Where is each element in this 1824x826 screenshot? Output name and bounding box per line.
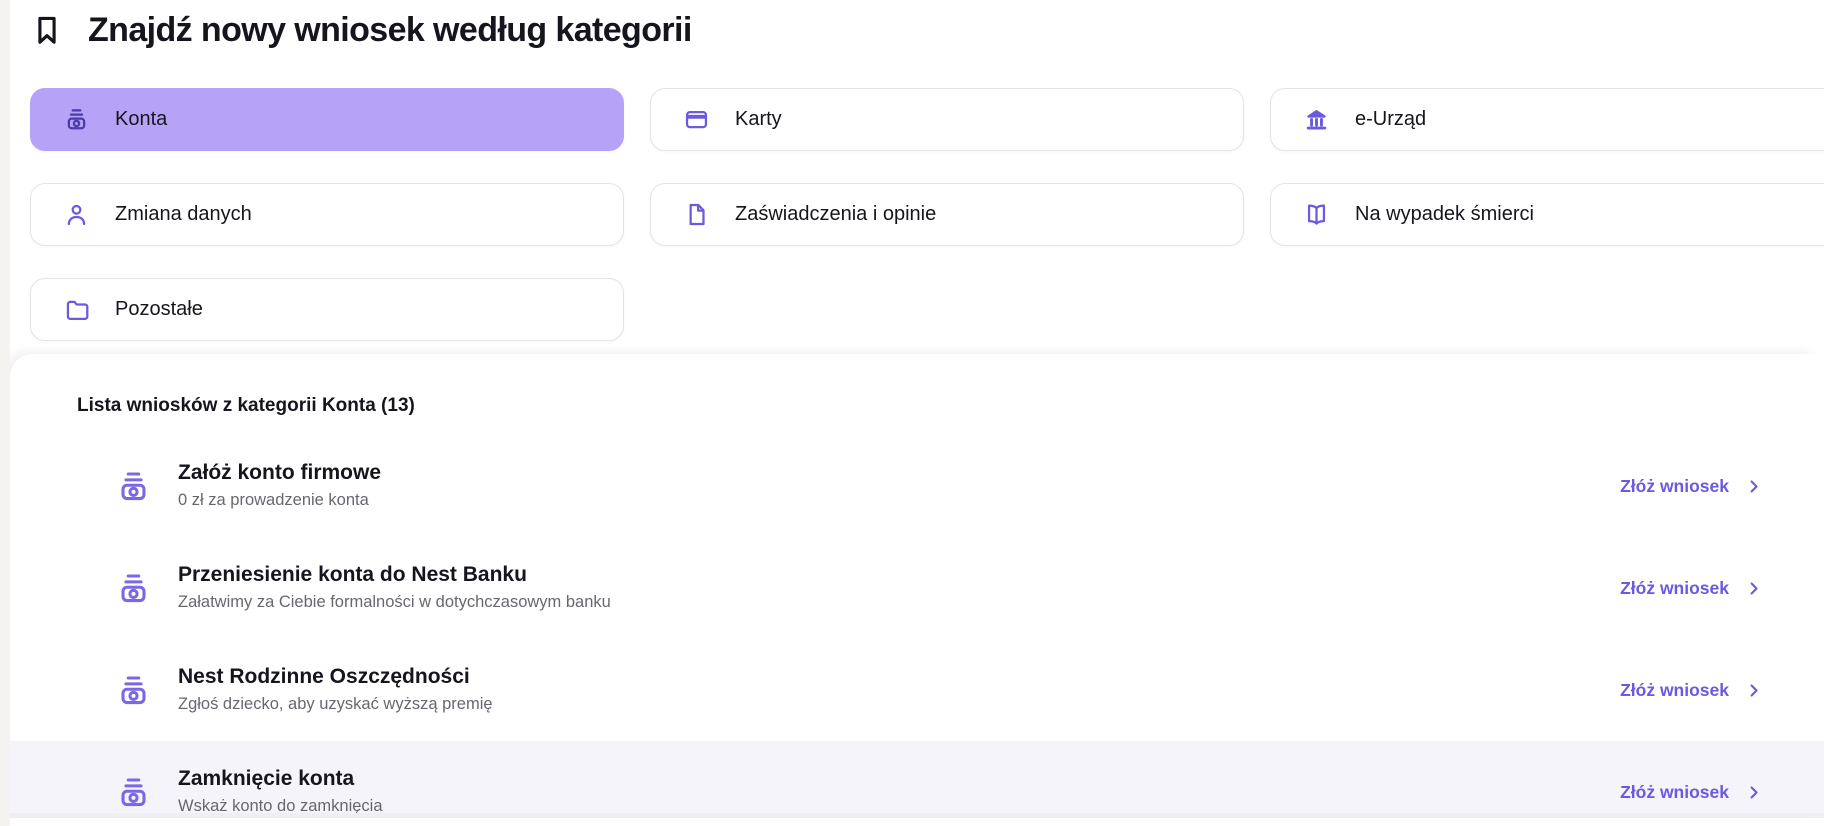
category-button-pozosta-e[interactable]: Pozostałe bbox=[30, 278, 624, 341]
category-label: Pozostałe bbox=[115, 298, 203, 321]
submit-request-link[interactable]: Złóż wniosek bbox=[1620, 782, 1762, 803]
category-grid: Konta Karty e-Urząd Zmiana danych Zaświa… bbox=[30, 88, 1824, 341]
request-list-item-zamkni-cie-konta[interactable]: Zamknięcie konta Wskaż konto do zamknięc… bbox=[10, 741, 1824, 818]
request-title: Nest Rodzinne Oszczędności bbox=[178, 664, 493, 690]
chevron-right-icon bbox=[1745, 580, 1762, 597]
chevron-right-icon bbox=[1745, 682, 1762, 699]
submit-request-link[interactable]: Złóż wniosek bbox=[1620, 476, 1762, 497]
bookmark-icon bbox=[30, 13, 64, 47]
person-icon bbox=[63, 201, 90, 228]
list-heading: Lista wniosków z kategorii Konta (13) bbox=[77, 394, 1824, 418]
document-icon bbox=[683, 201, 710, 228]
submit-request-label: Złóż wniosek bbox=[1620, 782, 1729, 803]
submit-request-link[interactable]: Złóż wniosek bbox=[1620, 578, 1762, 599]
request-list-item-nest-rodzinne-oszcz-dno-ci[interactable]: Nest Rodzinne Oszczędności Zgłoś dziecko… bbox=[10, 639, 1824, 741]
bank-building-icon bbox=[1303, 106, 1330, 133]
chevron-right-icon bbox=[1745, 478, 1762, 495]
request-list-item-za-konto-firmowe[interactable]: Załóż konto firmowe 0 zł za prowadzenie … bbox=[10, 435, 1824, 537]
find-request-page: Znajdź nowy wniosek według kategorii Kon… bbox=[0, 0, 1824, 826]
category-label: e-Urząd bbox=[1355, 108, 1426, 131]
category-button-konta[interactable]: Konta bbox=[30, 88, 624, 151]
category-label: Karty bbox=[735, 108, 782, 131]
cashbox-icon bbox=[115, 570, 152, 607]
chevron-right-icon bbox=[1745, 784, 1762, 801]
category-label: Na wypadek śmierci bbox=[1355, 203, 1534, 226]
cashbox-icon bbox=[115, 774, 152, 811]
requests-list: Załóż konto firmowe 0 zł za prowadzenie … bbox=[10, 435, 1824, 818]
credit-card-icon bbox=[683, 106, 710, 133]
category-button-karty[interactable]: Karty bbox=[650, 88, 1244, 151]
submit-request-label: Złóż wniosek bbox=[1620, 476, 1729, 497]
request-list-item-przeniesienie-konta-do-nest-banku[interactable]: Przeniesienie konta do Nest Banku Załatw… bbox=[10, 537, 1824, 639]
page-title: Znajdź nowy wniosek według kategorii bbox=[88, 11, 692, 50]
open-book-icon bbox=[1303, 201, 1330, 228]
submit-request-link[interactable]: Złóż wniosek bbox=[1620, 680, 1762, 701]
submit-request-label: Złóż wniosek bbox=[1620, 578, 1729, 599]
category-button-zmiana-danych[interactable]: Zmiana danych bbox=[30, 183, 624, 246]
page-edge-strip bbox=[0, 0, 10, 826]
requests-list-viewport[interactable]: Załóż konto firmowe 0 zł za prowadzenie … bbox=[10, 435, 1824, 818]
category-button-na-wypadek-mierci[interactable]: Na wypadek śmierci bbox=[1270, 183, 1824, 246]
cashbox-icon bbox=[63, 106, 90, 133]
request-title: Załóż konto firmowe bbox=[178, 460, 381, 486]
category-label: Zaświadczenia i opinie bbox=[735, 203, 936, 226]
request-subtitle: Wskaż konto do zamknięcia bbox=[178, 794, 383, 818]
cashbox-icon bbox=[115, 468, 152, 505]
category-button-e-urz-d[interactable]: e-Urząd bbox=[1270, 88, 1824, 151]
submit-request-label: Złóż wniosek bbox=[1620, 680, 1729, 701]
requests-panel: Lista wniosków z kategorii Konta (13) Za… bbox=[10, 354, 1824, 818]
request-title: Przeniesienie konta do Nest Banku bbox=[178, 562, 611, 588]
category-label: Zmiana danych bbox=[115, 203, 252, 226]
request-subtitle: 0 zł za prowadzenie konta bbox=[178, 488, 381, 512]
folder-icon bbox=[63, 296, 90, 323]
category-label: Konta bbox=[115, 108, 167, 131]
page-header: Znajdź nowy wniosek według kategorii bbox=[30, 0, 1824, 52]
request-subtitle: Załatwimy za Ciebie formalności w dotych… bbox=[178, 590, 611, 614]
category-button-za-wiadczenia-i-opinie[interactable]: Zaświadczenia i opinie bbox=[650, 183, 1244, 246]
request-title: Zamknięcie konta bbox=[178, 766, 383, 792]
cashbox-icon bbox=[115, 672, 152, 709]
request-subtitle: Zgłoś dziecko, aby uzyskać wyższą premię bbox=[178, 692, 493, 716]
